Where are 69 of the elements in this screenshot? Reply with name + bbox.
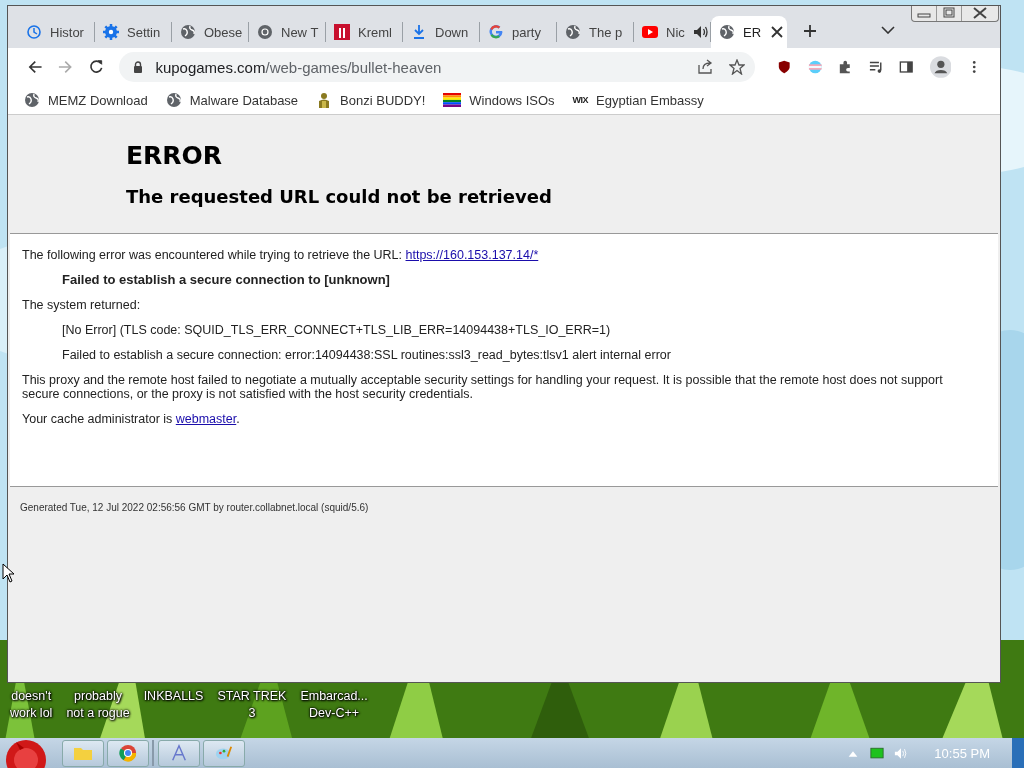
globe-icon: [719, 24, 735, 40]
browser-icon: [118, 744, 138, 762]
browser-tab[interactable]: New T: [249, 22, 326, 42]
browser-tab[interactable]: The p: [557, 22, 634, 42]
palette-icon: [214, 744, 234, 762]
side-panel-icon[interactable]: [899, 59, 914, 75]
rainbow-flag-icon: [443, 92, 462, 108]
paragraph: The following error was encountered while trying to retrieve the URL: https://160.153.137.14/*: [22, 248, 540, 262]
browser-tab[interactable]: Nic: [634, 22, 711, 42]
globe-icon: [565, 24, 581, 40]
new-tab-icon[interactable]: [803, 24, 817, 38]
star-icon[interactable]: [729, 59, 746, 75]
footer-text: Generated Tue, 12 Jul 2022 02:56:56 GMT by router.collabnet.local (squid/5.6): [20, 502, 369, 513]
bookmark[interactable]: Windows ISOs: [443, 92, 555, 108]
logo-wordmark: WIX: [572, 95, 589, 105]
start-button[interactable]: [4, 738, 48, 768]
play-button-icon: [642, 24, 658, 40]
bookmark[interactable]: Malware Database: [165, 92, 299, 108]
paragraph: This proxy and the remote host failed to negotiate a mutually acceptable security settings for handling your request. It is possible that the remote host does not support secure connections, or the proxy is not satisfied with the host security credentials.: [22, 373, 944, 401]
browser-tab[interactable]: ER: [711, 16, 787, 48]
profile-avatar-icon[interactable]: [929, 55, 952, 79]
chevron-down-icon[interactable]: [881, 26, 895, 34]
globe-icon: [165, 92, 182, 108]
puzzle-icon[interactable]: [838, 59, 853, 75]
desktop-icon-label[interactable]: doesn't work lol: [4, 688, 59, 722]
error-subheading: The requested URL could not be retrieved: [126, 186, 553, 207]
bookmark[interactable]: Bonzi BUDDY!: [316, 92, 426, 108]
close-icon[interactable]: [769, 24, 786, 40]
browser-tab[interactable]: Kreml: [326, 22, 403, 42]
download-icon: [411, 24, 427, 40]
history-icon: [26, 24, 42, 40]
paragraph: Your cache administrator is webmaster.: [22, 412, 241, 426]
error-message: Failed to establish a secure connection to [unknown]: [62, 273, 391, 287]
url-host: kupogames.com: [155, 58, 266, 76]
app-icon: [169, 744, 189, 762]
reload-icon[interactable]: [88, 59, 104, 75]
browser-icon: [257, 24, 273, 40]
desktop-icon-label[interactable]: INKBALLS: [137, 688, 210, 722]
url-path: /web-games/bullet-heaven: [265, 58, 442, 76]
error-heading: ERROR: [126, 141, 224, 170]
address-bar[interactable]: kupogames.com/web-games/bullet-heaven: [119, 52, 756, 82]
globe-icon: [24, 92, 40, 108]
shield-icon[interactable]: [777, 59, 792, 75]
mouse-pointer-icon: [2, 563, 14, 583]
tile-icon: [334, 24, 350, 40]
share-icon[interactable]: [697, 59, 714, 75]
link[interactable]: https://160.153.137.14/*: [405, 248, 539, 262]
link[interactable]: webmaster: [175, 412, 237, 426]
lock-icon: [133, 61, 144, 73]
browser-tab[interactable]: Obese: [172, 22, 249, 42]
network-icon[interactable]: [870, 746, 885, 760]
paragraph: The system returned:: [22, 298, 142, 312]
browser-tab[interactable]: Histor: [18, 22, 95, 42]
desktop-icon-label[interactable]: Embarcad... Dev-C++: [294, 688, 374, 722]
browser-tab[interactable]: Down: [403, 22, 480, 42]
browser-tab[interactable]: party: [480, 22, 557, 42]
bookmark[interactable]: MEMZ Download: [24, 92, 148, 108]
taskbar-button[interactable]: [158, 739, 200, 767]
globe-icon: [180, 24, 196, 40]
desktop-icon-label[interactable]: STAR TREK 3: [211, 688, 293, 722]
browser-tab[interactable]: Settin: [95, 22, 172, 42]
paragraph: Failed to establish a secure connection: error:14094438:SSL routines:ssl3_read_bytes:tlsv1 alert internal error: [62, 348, 672, 362]
paragraph: [No Error] (TLS code: SQUID_TLS_ERR_CONNECT+TLS_LIB_ERR=14094438+TLS_IO_ERR=1): [62, 323, 612, 337]
media-list-icon[interactable]: [868, 59, 884, 75]
g-letter-icon: [488, 24, 504, 40]
gear-icon: [103, 24, 119, 40]
bookmark[interactable]: WIX Egyptian Embassy: [572, 92, 704, 108]
taskbar-button[interactable]: [107, 739, 149, 767]
back-arrow-icon[interactable]: [28, 59, 43, 75]
